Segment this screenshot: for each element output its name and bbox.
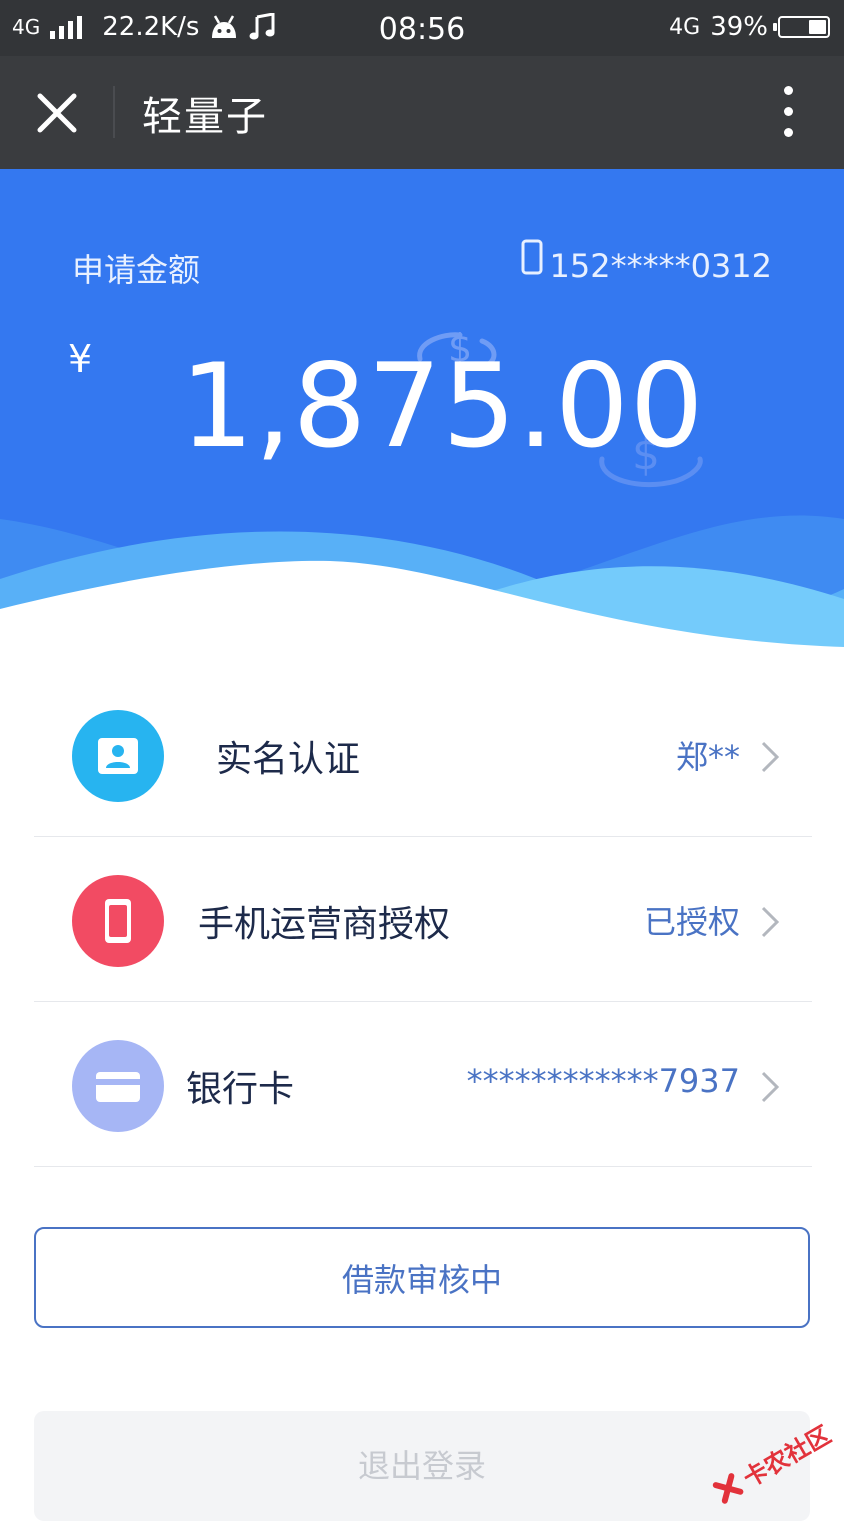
list-item-label: 手机运营商授权 (198, 904, 451, 945)
more-dot-icon (783, 86, 793, 95)
list-item-real-name[interactable]: 实名认证 郑** (34, 672, 812, 837)
verification-list: 实名认证 郑** 手机运营商授权 已授权 银行卡 ************793… (34, 672, 812, 1167)
list-item-label: 实名认证 (216, 739, 361, 780)
list-item-carrier-auth[interactable]: 手机运营商授权 已授权 (34, 837, 812, 1002)
bank-card-icon (72, 1040, 164, 1132)
phone-number-text: 152*****0312 (549, 247, 772, 285)
id-card-icon (72, 710, 164, 802)
mobile-icon (521, 239, 543, 275)
wave-decoration (0, 515, 844, 679)
more-options-button[interactable] (776, 86, 800, 140)
list-item-value: ************7937 (466, 1062, 740, 1100)
logout-button[interactable]: 退出登录 (34, 1411, 810, 1521)
battery-icon (773, 16, 830, 38)
chevron-right-icon (761, 741, 780, 773)
currency-symbol: ¥ (68, 337, 93, 381)
phone-number: 152*****0312 (521, 239, 772, 285)
loan-amount-header: 申请金额 152*****0312 ¥ $ $ 1,875.00 (0, 169, 844, 679)
chevron-right-icon (761, 1071, 780, 1103)
mobile-phone-icon (72, 875, 164, 967)
title-bar: 轻量子 (0, 56, 844, 169)
close-icon (37, 93, 77, 133)
battery-percent: 39% (710, 12, 768, 42)
close-button[interactable] (28, 84, 86, 142)
status-right: 4G 39% (669, 12, 830, 42)
loan-amount: 1,875.00 (180, 339, 705, 474)
network-type-right: 4G (669, 14, 701, 40)
page-title: 轻量子 (142, 94, 268, 140)
chevron-right-icon (761, 906, 780, 938)
loan-review-button[interactable]: 借款审核中 (34, 1227, 810, 1328)
list-item-label: 银行卡 (186, 1069, 295, 1110)
title-divider (113, 86, 115, 138)
list-item-value: 已授权 (643, 903, 740, 941)
status-bar: 4G 22.2K/s 08:56 4G 39% (0, 0, 844, 56)
list-item-bank-card[interactable]: 银行卡 ************7937 (34, 1002, 812, 1167)
list-item-value: 郑** (675, 738, 740, 776)
amount-label: 申请金额 (72, 251, 201, 289)
